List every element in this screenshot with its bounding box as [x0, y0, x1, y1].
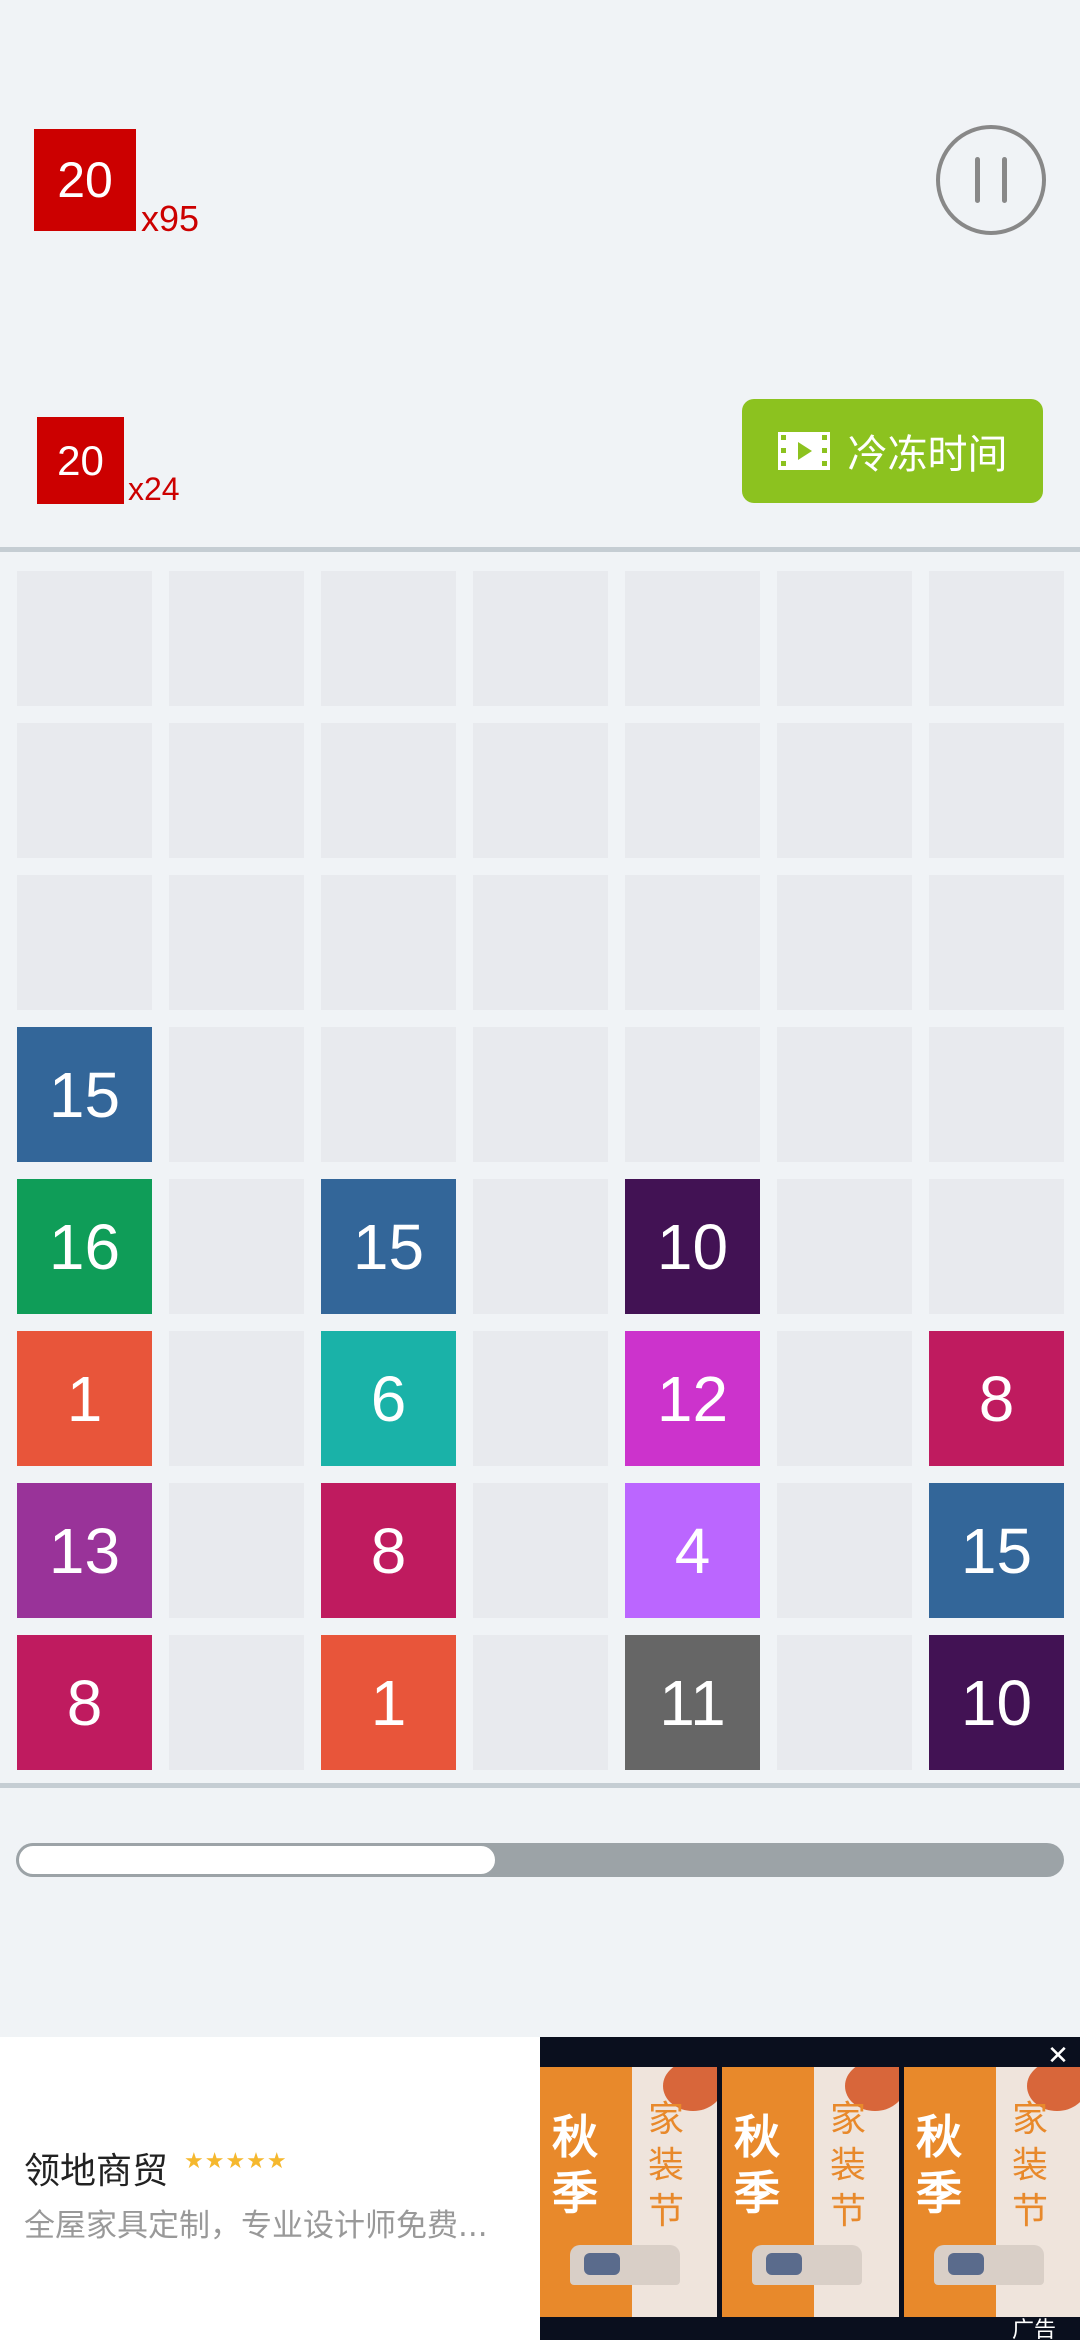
- empty-cell[interactable]: [169, 723, 304, 858]
- pause-icon: [975, 157, 980, 203]
- empty-cell[interactable]: [473, 1483, 608, 1618]
- empty-cell[interactable]: [625, 875, 760, 1010]
- board-bottom-divider: [0, 1783, 1080, 1788]
- ad-image: 秋 季 家装节: [722, 2067, 899, 2317]
- empty-cell[interactable]: [625, 1027, 760, 1162]
- board-top-divider: [0, 547, 1080, 552]
- freeze-time-label: 冷冻时间: [847, 432, 1008, 478]
- empty-cell[interactable]: [777, 1179, 912, 1314]
- number-tile[interactable]: 6: [321, 1331, 456, 1466]
- empty-cell[interactable]: [473, 1179, 608, 1314]
- empty-cell[interactable]: [929, 1027, 1064, 1162]
- ad-close-icon[interactable]: ✕: [1044, 2042, 1072, 2070]
- ad-image: 秋 季 家装节: [540, 2067, 717, 2317]
- ad-label: 广告: [1012, 2318, 1057, 2340]
- empty-cell[interactable]: [473, 723, 608, 858]
- ad-description: 全屋家具定制，专业设计师免费...: [24, 2208, 488, 2244]
- number-tile[interactable]: 8: [929, 1331, 1064, 1466]
- target-multiplier-secondary: x24: [128, 471, 180, 507]
- empty-cell[interactable]: [169, 1635, 304, 1770]
- number-tile[interactable]: 8: [17, 1635, 152, 1770]
- empty-cell[interactable]: [169, 1331, 304, 1466]
- empty-cell[interactable]: [777, 723, 912, 858]
- empty-cell[interactable]: [473, 1331, 608, 1466]
- empty-cell[interactable]: [929, 723, 1064, 858]
- number-tile[interactable]: 1: [321, 1635, 456, 1770]
- target-multiplier-primary: x95: [141, 198, 200, 239]
- empty-cell[interactable]: [169, 1027, 304, 1162]
- number-tile[interactable]: 1: [17, 1331, 152, 1466]
- game-board: 15 16 15 10 1 6 12 8 13 8 4 15 8 1 11 10: [0, 555, 1080, 1780]
- video-film-icon: [777, 432, 830, 470]
- empty-cell[interactable]: [625, 571, 760, 706]
- number-tile[interactable]: 15: [17, 1027, 152, 1162]
- empty-cell[interactable]: [321, 875, 456, 1010]
- empty-cell[interactable]: [929, 1179, 1064, 1314]
- empty-cell[interactable]: [17, 875, 152, 1010]
- target-tile-primary: 20: [34, 129, 136, 231]
- empty-cell[interactable]: [321, 571, 456, 706]
- empty-cell[interactable]: [777, 875, 912, 1010]
- empty-cell[interactable]: [777, 1635, 912, 1770]
- empty-cell[interactable]: [473, 875, 608, 1010]
- number-tile[interactable]: 15: [321, 1179, 456, 1314]
- number-tile[interactable]: 4: [625, 1483, 760, 1618]
- empty-cell[interactable]: [321, 1027, 456, 1162]
- number-tile[interactable]: 10: [929, 1635, 1064, 1770]
- number-tile[interactable]: 8: [321, 1483, 456, 1618]
- time-progress-bar: [16, 1843, 1064, 1877]
- number-tile[interactable]: 11: [625, 1635, 760, 1770]
- number-tile[interactable]: 15: [929, 1483, 1064, 1618]
- empty-cell[interactable]: [929, 875, 1064, 1010]
- empty-cell[interactable]: [17, 723, 152, 858]
- pause-icon-bar: [1002, 157, 1007, 203]
- empty-cell[interactable]: [169, 875, 304, 1010]
- number-tile[interactable]: 12: [625, 1331, 760, 1466]
- empty-cell[interactable]: [777, 571, 912, 706]
- ad-rating-stars: ★★★★★: [184, 2149, 288, 2174]
- empty-cell[interactable]: [169, 571, 304, 706]
- empty-cell[interactable]: [625, 723, 760, 858]
- empty-cell[interactable]: [17, 571, 152, 706]
- number-tile[interactable]: 13: [17, 1483, 152, 1618]
- empty-cell[interactable]: [777, 1027, 912, 1162]
- empty-cell[interactable]: [473, 1635, 608, 1770]
- empty-cell[interactable]: [777, 1483, 912, 1618]
- ad-banner[interactable]: 领地商贸 ★★★★★ 全屋家具定制，专业设计师免费... 秋 季 家装节 秋 季…: [0, 2037, 1080, 2340]
- target-tile-secondary: 20: [37, 417, 124, 504]
- empty-cell[interactable]: [169, 1483, 304, 1618]
- ad-images[interactable]: 秋 季 家装节 秋 季 家装节 秋 季 家装节: [540, 2037, 1080, 2340]
- freeze-time-button[interactable]: 冷冻时间: [742, 399, 1043, 503]
- empty-cell[interactable]: [929, 571, 1064, 706]
- pause-button[interactable]: [936, 125, 1046, 235]
- empty-cell[interactable]: [777, 1331, 912, 1466]
- number-tile[interactable]: 10: [625, 1179, 760, 1314]
- time-progress-fill: [16, 1843, 498, 1877]
- empty-cell[interactable]: [169, 1179, 304, 1314]
- empty-cell[interactable]: [473, 571, 608, 706]
- number-tile[interactable]: 16: [17, 1179, 152, 1314]
- empty-cell[interactable]: [473, 1027, 608, 1162]
- empty-cell[interactable]: [321, 723, 456, 858]
- ad-image: 秋 季 家装节: [904, 2067, 1080, 2317]
- ad-title: 领地商贸: [24, 2151, 169, 2192]
